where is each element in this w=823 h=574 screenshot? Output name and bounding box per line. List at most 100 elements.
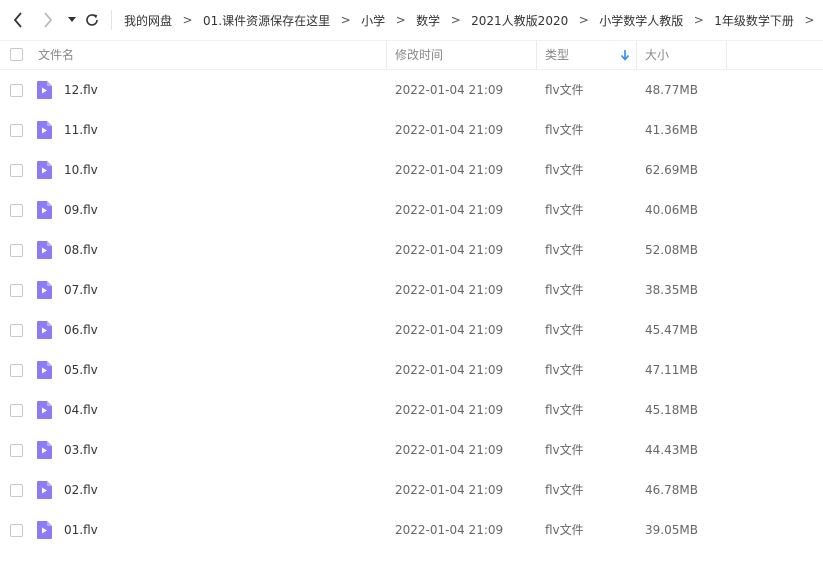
- file-type: flv文件: [545, 403, 584, 417]
- video-file-icon: [37, 401, 52, 419]
- row-checkbox[interactable]: [10, 124, 23, 137]
- modified-time: 2022-01-04 21:09: [395, 203, 504, 217]
- breadcrumb-item[interactable]: 我的网盘: [124, 12, 172, 29]
- breadcrumb-item[interactable]: 小学: [361, 12, 385, 29]
- row-checkbox[interactable]: [10, 364, 23, 377]
- modified-time: 2022-01-04 21:09: [395, 323, 504, 337]
- sort-down-arrow-icon[interactable]: [620, 49, 630, 61]
- modified-time: 2022-01-04 21:09: [395, 523, 504, 537]
- row-checkbox[interactable]: [10, 204, 23, 217]
- row-checkbox[interactable]: [10, 284, 23, 297]
- refresh-button[interactable]: [82, 9, 102, 31]
- table-row[interactable]: 01.flv 2022-01-04 21:09 flv文件 39.05MB: [0, 510, 823, 550]
- table-row[interactable]: 03.flv 2022-01-04 21:09 flv文件 44.43MB: [0, 430, 823, 470]
- modified-time: 2022-01-04 21:09: [395, 443, 504, 457]
- table-row[interactable]: 12.flv 2022-01-04 21:09 flv文件 48.77MB: [0, 70, 823, 110]
- video-file-icon: [37, 521, 52, 539]
- breadcrumb-item[interactable]: 2021人教版2020: [471, 12, 568, 29]
- file-name[interactable]: 06.flv: [64, 310, 98, 350]
- breadcrumb: 我的网盘 >01.课件资源保存在这里 > 小学 > 数学 >2021人教版2020 > 小学数学…: [124, 0, 823, 40]
- file-type: flv文件: [545, 203, 584, 217]
- file-size: 38.35MB: [645, 283, 698, 297]
- modified-time: 2022-01-04 21:09: [395, 403, 504, 417]
- modified-time: 2022-01-04 21:09: [395, 283, 504, 297]
- table-row[interactable]: 07.flv 2022-01-04 21:09 flv文件 38.35MB: [0, 270, 823, 310]
- file-name[interactable]: 09.flv: [64, 190, 98, 230]
- table-row[interactable]: 09.flv 2022-01-04 21:09 flv文件 40.06MB: [0, 190, 823, 230]
- breadcrumb-separator: >: [578, 13, 589, 27]
- file-name[interactable]: 10.flv: [64, 150, 98, 190]
- video-file-icon: [37, 161, 52, 179]
- video-file-icon: [37, 281, 52, 299]
- table-row[interactable]: 02.flv 2022-01-04 21:09 flv文件 46.78MB: [0, 470, 823, 510]
- row-checkbox[interactable]: [10, 324, 23, 337]
- breadcrumb-separator: >: [804, 13, 815, 27]
- breadcrumb-separator: >: [395, 13, 406, 27]
- file-size: 62.69MB: [645, 163, 698, 177]
- video-file-icon: [37, 481, 52, 499]
- file-name[interactable]: 01.flv: [64, 510, 98, 550]
- modified-time: 2022-01-04 21:09: [395, 123, 504, 137]
- column-header-name[interactable]: 文件名: [38, 41, 74, 69]
- modified-time: 2022-01-04 21:09: [395, 483, 504, 497]
- video-file-icon: [37, 121, 52, 139]
- video-file-icon: [37, 441, 52, 459]
- row-checkbox[interactable]: [10, 244, 23, 257]
- file-type: flv文件: [545, 323, 584, 337]
- column-header-size[interactable]: 大小: [645, 41, 669, 69]
- file-name[interactable]: 05.flv: [64, 350, 98, 390]
- file-name[interactable]: 04.flv: [64, 390, 98, 430]
- row-checkbox[interactable]: [10, 524, 23, 537]
- file-type: flv文件: [545, 483, 584, 497]
- back-button[interactable]: [8, 9, 28, 31]
- column-divider: [636, 41, 637, 69]
- file-type: flv文件: [545, 523, 584, 537]
- table-row[interactable]: 10.flv 2022-01-04 21:09 flv文件 62.69MB: [0, 150, 823, 190]
- row-checkbox[interactable]: [10, 164, 23, 177]
- row-checkbox[interactable]: [10, 84, 23, 97]
- file-name[interactable]: 11.flv: [64, 110, 98, 150]
- table-row[interactable]: 11.flv 2022-01-04 21:09 flv文件 41.36MB: [0, 110, 823, 150]
- file-size: 48.77MB: [645, 83, 698, 97]
- breadcrumb-separator: >: [450, 13, 461, 27]
- file-name[interactable]: 02.flv: [64, 470, 98, 510]
- refresh-icon: [86, 14, 98, 26]
- file-type: flv文件: [545, 283, 584, 297]
- file-type: flv文件: [545, 163, 584, 177]
- modified-time: 2022-01-04 21:09: [395, 363, 504, 377]
- select-all-checkbox[interactable]: [10, 48, 23, 61]
- file-size: 45.18MB: [645, 403, 698, 417]
- row-checkbox[interactable]: [10, 484, 23, 497]
- table-row[interactable]: 05.flv 2022-01-04 21:09 flv文件 47.11MB: [0, 350, 823, 390]
- video-file-icon: [37, 361, 52, 379]
- row-checkbox[interactable]: [10, 444, 23, 457]
- breadcrumb-item[interactable]: 1年级数学下册: [714, 12, 794, 29]
- table-row[interactable]: 06.flv 2022-01-04 21:09 flv文件 45.47MB: [0, 310, 823, 350]
- file-name[interactable]: 08.flv: [64, 230, 98, 270]
- row-checkbox[interactable]: [10, 404, 23, 417]
- breadcrumb-item[interactable]: 数学: [416, 12, 440, 29]
- file-name[interactable]: 03.flv: [64, 430, 98, 470]
- chevron-right-icon: [44, 12, 53, 28]
- file-size: 46.78MB: [645, 483, 698, 497]
- forward-button[interactable]: [38, 9, 58, 31]
- table-row[interactable]: 04.flv 2022-01-04 21:09 flv文件 45.18MB: [0, 390, 823, 430]
- column-divider: [536, 41, 537, 69]
- caret-down-icon: [68, 17, 76, 22]
- table-row[interactable]: 08.flv 2022-01-04 21:09 flv文件 52.08MB: [0, 230, 823, 270]
- file-name[interactable]: 07.flv: [64, 270, 98, 310]
- breadcrumb-separator: >: [693, 13, 704, 27]
- breadcrumb-item[interactable]: 小学数学人教版: [599, 12, 683, 29]
- history-dropdown-button[interactable]: [62, 9, 82, 31]
- file-size: 41.36MB: [645, 123, 698, 137]
- video-file-icon: [37, 241, 52, 259]
- column-header-time[interactable]: 修改时间: [395, 41, 443, 69]
- toolbar-divider: [111, 10, 112, 30]
- column-header-type[interactable]: 类型: [545, 41, 569, 69]
- breadcrumb-item[interactable]: 01.课件资源保存在这里: [203, 12, 330, 29]
- modified-time: 2022-01-04 21:09: [395, 163, 504, 177]
- file-type: flv文件: [545, 363, 584, 377]
- file-name[interactable]: 12.flv: [64, 70, 98, 110]
- column-divider: [726, 41, 727, 69]
- file-type: flv文件: [545, 123, 584, 137]
